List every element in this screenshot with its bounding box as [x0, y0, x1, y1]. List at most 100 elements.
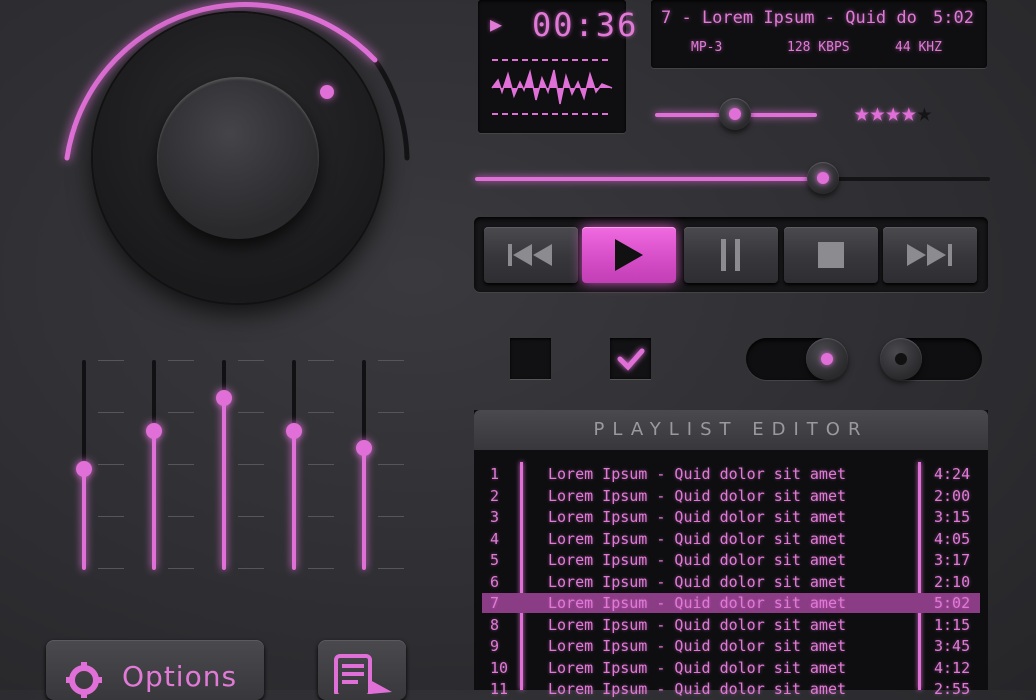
eq-tick	[308, 412, 334, 413]
star-icon[interactable]: ★	[870, 98, 886, 128]
play-icon	[615, 239, 643, 271]
eq-band-fill	[82, 469, 86, 570]
playlist-row[interactable]: 1 Lorem Ipsum - Quid dolor sit amet 4:24	[482, 464, 980, 484]
eq-tick	[238, 568, 264, 569]
options-button[interactable]: Options	[46, 640, 264, 700]
playlist-row-title: Lorem Ipsum - Quid dolor sit amet	[548, 529, 847, 548]
eq-tick	[238, 412, 264, 413]
track-info-display: 7 - Lorem Ipsum - Quid do 5:02 MP-3 128 …	[651, 0, 987, 68]
checkbox-checked[interactable]	[610, 338, 651, 379]
eq-tick	[238, 464, 264, 465]
star-icon[interactable]: ★	[854, 98, 870, 128]
playlist-row-time: 4:12	[934, 658, 971, 677]
progress-handle[interactable]	[807, 162, 839, 194]
playlist-row-time: 2:00	[934, 486, 971, 505]
playlist-row-number: 5	[490, 551, 500, 569]
eq-tick	[308, 360, 334, 361]
playlist-row-time: 3:45	[934, 637, 971, 655]
eq-tick	[168, 412, 194, 413]
playlist-row-time: 1:15	[934, 615, 971, 634]
playlist-row-title: Lorem Ipsum - Quid dolor sit amet	[548, 551, 847, 569]
playlist-row-time: 4:24	[934, 465, 971, 483]
playlist-row-title: Lorem Ipsum - Quid dolor sit amet	[548, 594, 847, 612]
eq-band-handle[interactable]	[216, 389, 232, 406]
eq-band-fill	[222, 397, 226, 570]
eq-band-handle[interactable]	[146, 423, 162, 440]
transport-controls	[474, 217, 988, 292]
playlist-row[interactable]: 11 Lorem Ipsum - Quid dolor sit amet 2:55	[482, 679, 980, 699]
star-rating[interactable]: ★★★★★	[854, 98, 932, 128]
pause-button[interactable]	[684, 227, 778, 283]
playlist-row-number: 2	[490, 486, 500, 505]
playlist-row-title: Lorem Ipsum - Quid dolor sit amet	[548, 615, 847, 634]
playlist-row-title: Lorem Ipsum - Quid dolor sit amet	[548, 658, 847, 677]
playlist-rows: 1 Lorem Ipsum - Quid dolor sit amet 4:24 2 L…	[474, 464, 988, 698]
eq-tick	[378, 412, 404, 413]
playlist-button[interactable]	[318, 640, 406, 700]
track-duration: 5:02	[933, 8, 974, 28]
eq-tick	[168, 568, 194, 569]
equalizer	[70, 355, 410, 570]
playlist-row-time: 2:55	[934, 680, 971, 698]
playlist-row-time: 3:17	[934, 551, 971, 569]
checkbox-unchecked[interactable]	[510, 338, 551, 379]
play-button[interactable]	[582, 227, 676, 283]
playlist-row[interactable]: 9 Lorem Ipsum - Quid dolor sit amet 3:45	[482, 636, 980, 656]
eq-tick	[168, 464, 194, 465]
stop-button[interactable]	[784, 227, 878, 283]
star-icon[interactable]: ★	[901, 98, 917, 128]
elapsed-time: 00:36	[532, 6, 639, 44]
playlist-editor: PLAYLIST EDITOR 1 Lorem Ipsum - Quid dolo…	[474, 410, 988, 698]
playlist-row[interactable]: 6 Lorem Ipsum - Quid dolor sit amet 2:10	[482, 572, 980, 592]
toggle-on[interactable]	[746, 338, 848, 380]
eq-tick	[98, 568, 124, 569]
toggle-off[interactable]	[880, 338, 982, 380]
options-label: Options	[122, 660, 238, 693]
playlist-row-number: 6	[490, 572, 500, 591]
eq-tick	[378, 568, 404, 569]
playlist-row-number: 4	[490, 529, 500, 548]
playlist-row[interactable]: 4 Lorem Ipsum - Quid dolor sit amet 4:05	[482, 529, 980, 549]
track-format: MP-3	[691, 40, 723, 55]
eq-tick	[168, 360, 194, 361]
play-indicator-icon: ▶	[490, 12, 503, 36]
eq-band-handle[interactable]	[286, 423, 302, 440]
playlist-row-title: Lorem Ipsum - Quid dolor sit amet	[548, 680, 847, 698]
playlist-row[interactable]: 8 Lorem Ipsum - Quid dolor sit amet 1:15	[482, 615, 980, 635]
eq-tick	[168, 516, 194, 517]
rewind-button[interactable]	[484, 227, 578, 283]
eq-tick	[308, 516, 334, 517]
playlist-row[interactable]: 2 Lorem Ipsum - Quid dolor sit amet 2:00	[482, 486, 980, 506]
fast-forward-button[interactable]	[883, 227, 977, 283]
eq-band-handle[interactable]	[356, 440, 372, 457]
toggle-on-handle	[806, 338, 848, 380]
eq-tick	[308, 568, 334, 569]
playlist-row-number: 1	[490, 465, 500, 483]
eq-tick	[98, 412, 124, 413]
toggle-off-handle	[880, 338, 922, 380]
playlist-row-number: 7	[490, 594, 500, 612]
eq-tick	[238, 360, 264, 361]
balance-slider[interactable]	[655, 98, 820, 132]
playlist-row-number: 8	[490, 615, 500, 634]
pause-icon	[721, 239, 740, 271]
balance-slider-handle[interactable]	[719, 98, 751, 130]
playlist-row[interactable]: 5 Lorem Ipsum - Quid dolor sit amet 3:17	[482, 550, 980, 570]
eq-band-handle[interactable]	[76, 461, 92, 478]
progress-slider[interactable]	[475, 160, 990, 198]
stop-icon	[818, 242, 844, 268]
playlist-row-number: 10	[490, 658, 509, 677]
track-title: 7 - Lorem Ipsum - Quid do	[661, 8, 917, 28]
star-icon[interactable]: ★	[885, 98, 901, 128]
playlist-row[interactable]: 10 Lorem Ipsum - Quid dolor sit amet 4:12	[482, 658, 980, 678]
playlist-row[interactable]: 7 Lorem Ipsum - Quid dolor sit amet 5:02	[482, 593, 980, 613]
volume-knob[interactable]	[93, 13, 383, 303]
eq-tick	[308, 464, 334, 465]
progress-fill	[475, 177, 825, 181]
gear-icon	[66, 662, 102, 698]
waveform	[491, 59, 613, 115]
playlist-row-number: 9	[490, 637, 500, 655]
playlist-title: PLAYLIST EDITOR	[474, 410, 988, 450]
playlist-row[interactable]: 3 Lorem Ipsum - Quid dolor sit amet 3:15	[482, 507, 980, 527]
star-icon[interactable]: ★	[917, 98, 933, 128]
